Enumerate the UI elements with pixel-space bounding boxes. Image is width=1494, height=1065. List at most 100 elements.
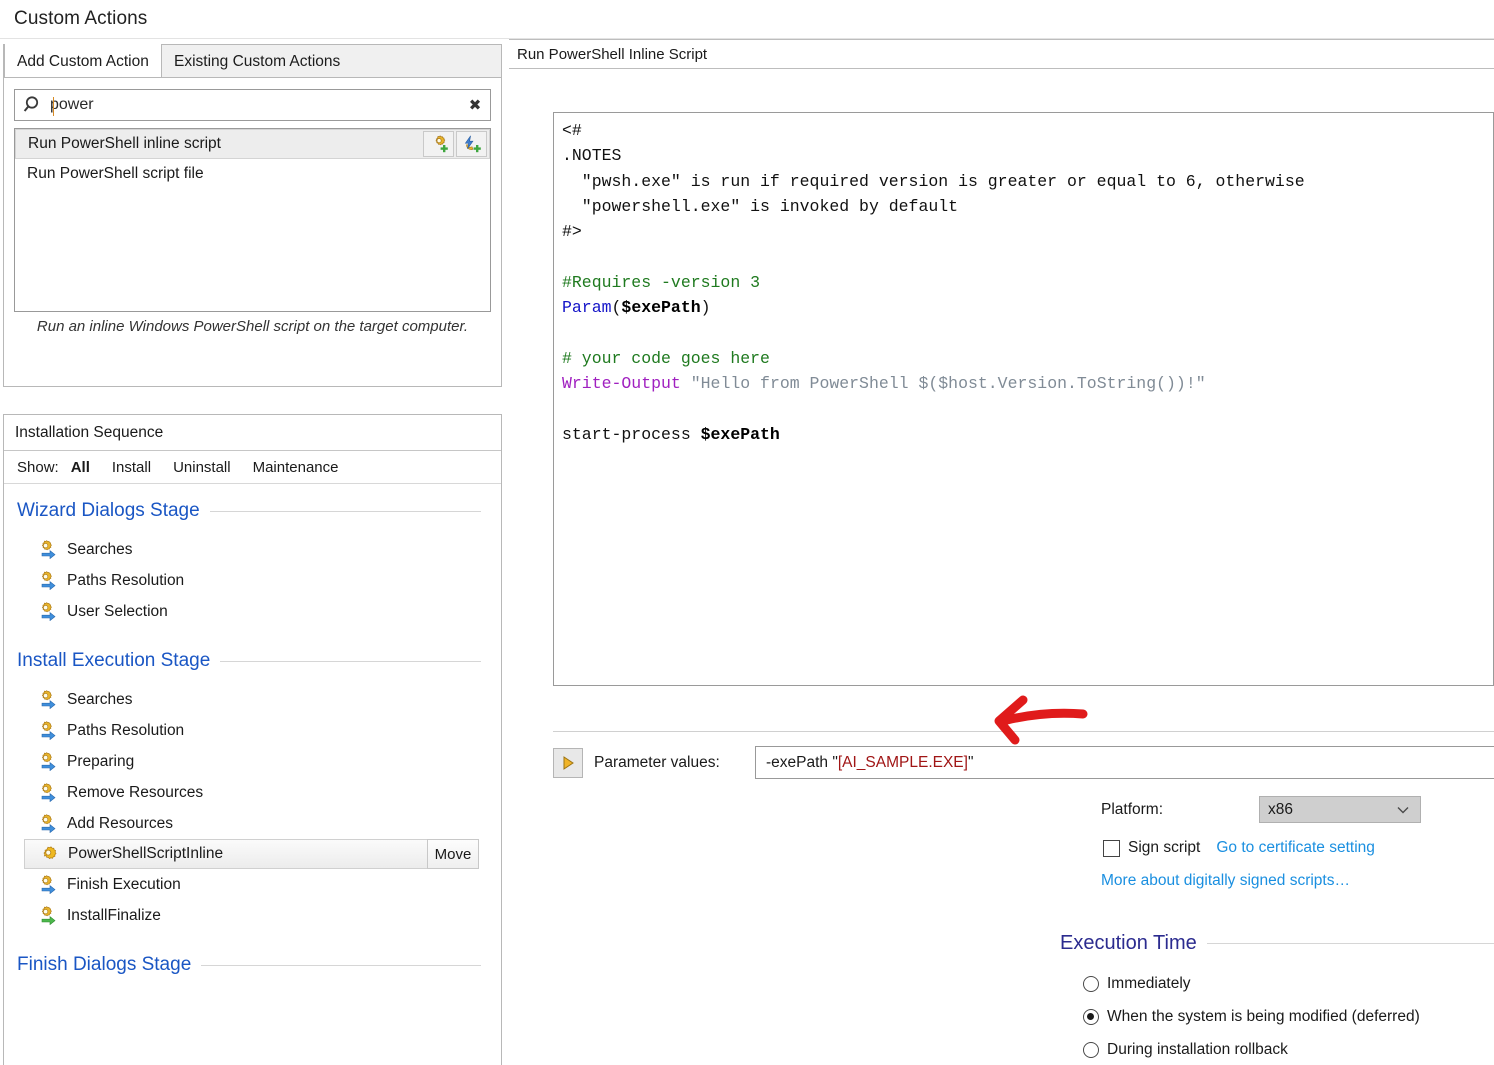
show-filter-install[interactable]: Install [112,459,151,476]
stage-title: Wizard Dialogs Stage [17,500,200,521]
stage-header-install-execution: Install Execution Stage [4,650,501,672]
sequence-item-wizard-paths-resolution[interactable]: Paths Resolution [4,565,501,596]
script-editor[interactable]: <# .NOTES "pwsh.exe" is run if required … [553,112,1494,686]
sequence-item-label: Paths Resolution [67,571,185,589]
gear-blue-arrow-icon [37,690,58,714]
add-custom-action-icon[interactable] [423,131,454,157]
gear-blue-arrow-icon [37,783,58,807]
gear-blue-arrow-icon [37,540,58,564]
gear-blue-arrow-icon [37,814,58,838]
stage-header-finish-dialogs: Finish Dialogs Stage [4,954,501,976]
gear-icon [38,846,59,871]
right-panel: Run PowerShell Inline Script <# .NOTES "… [509,39,1494,1065]
stage-header-wizard-dialogs: Wizard Dialogs Stage [4,500,501,522]
show-label: Show: [17,458,59,476]
tab-existing-custom-actions-label: Existing Custom Actions [174,52,341,70]
parameter-values-label: Parameter values: [594,754,720,771]
installation-sequence-panel: Installation Sequence Show: All Install … [3,414,502,1065]
sequence-item-label: Add Resources [67,814,173,832]
sign-script-row: Sign script Go to certificate setting [1103,839,1375,857]
platform-select[interactable]: x86 [1259,796,1421,823]
tab-add-custom-action-label: Add Custom Action [17,52,149,70]
installation-sequence-header: Installation Sequence [4,415,501,451]
add-custom-action-panel: power ✖ Run PowerShell inline script Run… [3,77,502,387]
radio-icon [1083,1042,1099,1058]
result-description: Run an inline Windows PowerShell script … [36,318,469,335]
add-custom-action-alt-icon[interactable] [456,131,487,157]
page-title: Custom Actions [14,8,148,29]
search-input[interactable]: power [49,96,460,114]
result-row-powershell-inline[interactable]: Run PowerShell inline script [15,129,490,159]
platform-value: x86 [1268,800,1293,818]
gear-blue-arrow-icon [37,571,58,595]
script-editor-content[interactable]: <# .NOTES "pwsh.exe" is run if required … [554,113,1493,447]
sequence-item-add-resources[interactable]: Add Resources [4,808,501,839]
stage-rule [220,660,481,662]
parameters-divider [553,731,1494,732]
chevron-down-icon [1396,803,1410,822]
result-row-powershell-file[interactable]: Run PowerShell script file [15,159,490,189]
show-filter-row: Show: All Install Uninstall Maintenance [4,451,501,484]
show-filter-uninstall[interactable]: Uninstall [173,459,231,476]
search-results-list[interactable]: Run PowerShell inline script Run PowerSh… [14,128,491,312]
gear-blue-arrow-icon [37,721,58,745]
radio-icon [1083,1009,1099,1025]
gear-blue-arrow-icon [37,602,58,626]
radio-label: When the system is being modified (defer… [1107,1008,1420,1025]
sequence-item-powershellscriptinline[interactable]: PowerShellScriptInline Move [24,839,479,869]
tab-add-custom-action[interactable]: Add Custom Action [4,44,162,80]
move-button[interactable]: Move [427,839,479,869]
sequence-item-install-searches[interactable]: Searches [4,684,501,715]
sequence-item-preparing[interactable]: Preparing [4,746,501,777]
sequence-item-label: InstallFinalize [67,906,161,924]
search-icon [15,95,49,115]
stage-rule [201,964,481,966]
sign-script-label: Sign script [1128,839,1201,856]
parameter-suffix: " [967,753,974,771]
gear-green-arrow-icon [37,906,58,930]
execution-time-title: Execution Time [1060,932,1197,954]
sequence-item-label: Finish Execution [67,875,181,893]
right-panel-header: Run PowerShell Inline Script [509,39,1494,69]
execution-time-rule [1206,943,1494,944]
radio-immediately[interactable]: Immediately [1083,975,1191,993]
radio-icon [1083,976,1099,992]
sequence-item-label: Preparing [67,752,135,770]
more-about-signed-scripts-link[interactable]: More about digitally signed scripts… [1101,872,1350,890]
radio-deferred[interactable]: When the system is being modified (defer… [1083,1008,1420,1026]
run-triangle-icon[interactable] [553,748,583,778]
show-filter-maintenance[interactable]: Maintenance [253,459,339,476]
sequence-item-wizard-searches[interactable]: Searches [4,534,501,565]
platform-label: Platform: [1101,800,1164,818]
gear-blue-arrow-icon [37,752,58,776]
result-label: Run PowerShell inline script [28,135,221,152]
stage-title: Finish Dialogs Stage [17,954,192,975]
tab-existing-custom-actions[interactable]: Existing Custom Actions [162,45,352,78]
left-panel: Add Custom Action Existing Custom Action… [0,39,505,1065]
sequence-item-finish-execution[interactable]: Finish Execution [4,869,501,900]
sequence-item-installfinalize[interactable]: InstallFinalize [4,900,501,931]
execution-time-header: Execution Time [1060,932,1494,955]
result-row-actions [423,131,487,157]
parameter-values-input[interactable]: -exePath " [AI_SAMPLE.EXE] " [755,746,1494,779]
sequence-item-label: Paths Resolution [67,721,185,739]
radio-rollback[interactable]: During installation rollback [1083,1041,1288,1059]
sequence-item-label: User Selection [67,602,168,620]
sequence-item-remove-resources[interactable]: Remove Resources [4,777,501,808]
certificate-setting-link[interactable]: Go to certificate setting [1216,839,1375,857]
search-box[interactable]: power ✖ [14,89,491,121]
radio-label: Immediately [1107,975,1191,992]
sequence-item-wizard-user-selection[interactable]: User Selection [4,596,501,627]
sign-script-checkbox[interactable] [1103,839,1120,857]
sequence-item-label: Searches [67,690,133,708]
gear-blue-arrow-icon [37,875,58,899]
sequence-item-install-paths-resolution[interactable]: Paths Resolution [4,715,501,746]
search-caret [53,97,54,116]
stage-title: Install Execution Stage [17,650,211,671]
sequence-item-label: Remove Resources [67,783,204,801]
parameter-prefix: -exePath " [766,753,838,771]
stage-rule [209,510,481,512]
show-filter-all[interactable]: All [71,459,90,476]
sequence-item-label: Searches [67,540,133,558]
clear-search-icon[interactable]: ✖ [460,96,490,114]
